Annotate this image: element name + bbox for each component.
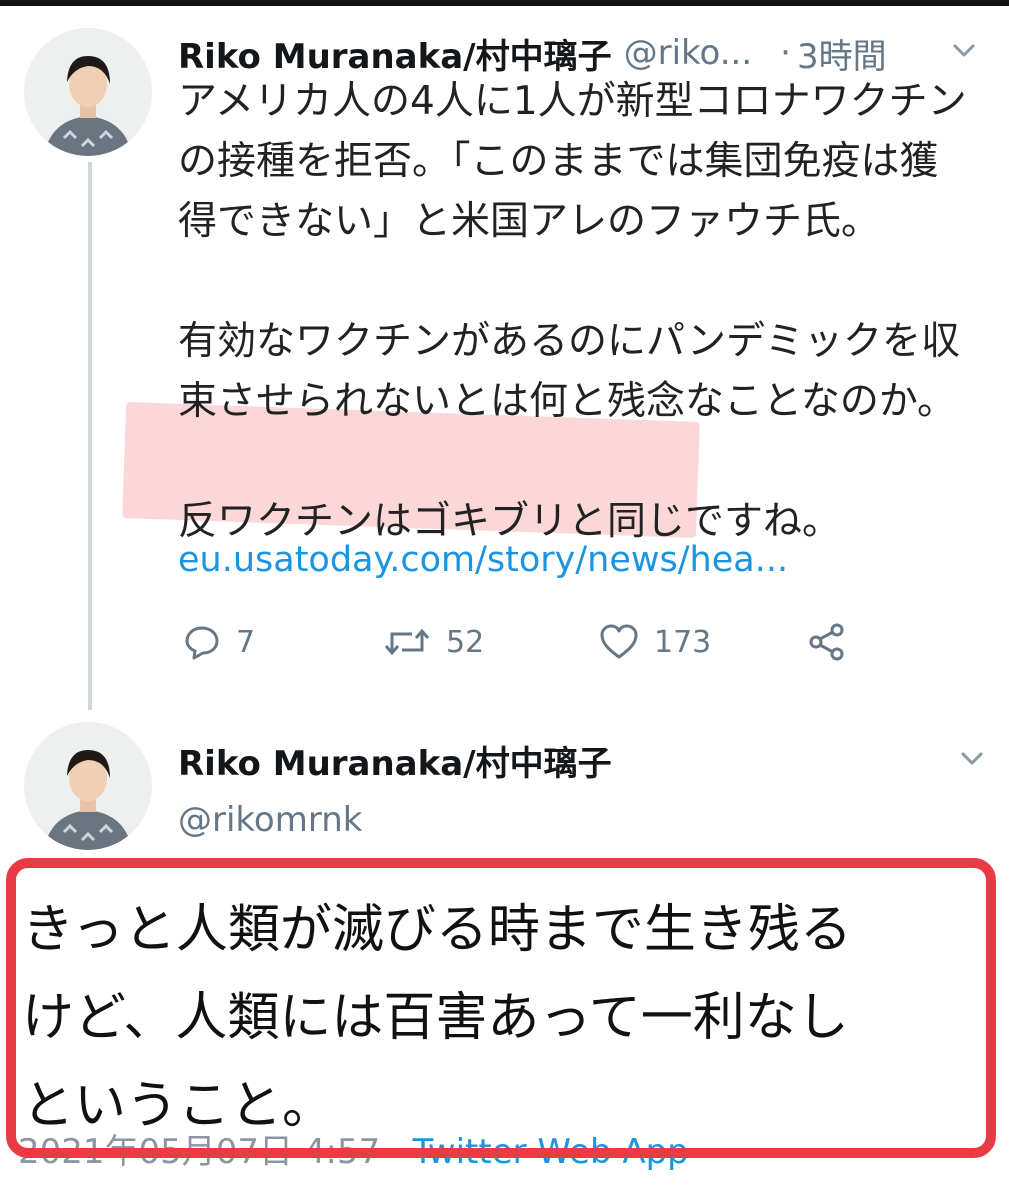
tweet1-header: Riko Muranaka/村中璃子 @riko... · 3時間 (178, 28, 887, 78)
action-bar: 7 52 173 (182, 614, 882, 670)
retweet-count: 52 (446, 624, 485, 660)
display-name[interactable]: Riko Muranaka/村中璃子 (178, 29, 612, 78)
text-line: 得できない」と米国アレのファウチ氏。 (178, 199, 881, 244)
avatar[interactable] (24, 722, 152, 850)
text-line: 有効なワクチンがあるのにパンデミックを収 (178, 319, 960, 364)
handle[interactable]: @rikomrnk (178, 800, 362, 840)
reply-count: 7 (236, 624, 256, 660)
retweet-icon (384, 628, 430, 656)
share-button[interactable] (806, 614, 848, 670)
top-edge (0, 0, 1009, 6)
retweet-button[interactable]: 52 (382, 614, 484, 670)
like-button[interactable]: 173 (598, 614, 711, 670)
avatar[interactable] (24, 28, 152, 156)
article-link[interactable]: eu.usatoday.com/story/news/hea... (178, 540, 788, 580)
reply-button[interactable]: 7 (182, 614, 255, 670)
chevron-down-icon[interactable] (950, 36, 978, 64)
reply-icon (185, 626, 219, 660)
like-icon (600, 624, 638, 659)
timestamp[interactable]: 3時間 (797, 29, 887, 78)
display-name[interactable]: Riko Muranaka/村中璃子 (178, 736, 612, 785)
thread-connector (88, 162, 92, 710)
chevron-down-icon[interactable] (958, 744, 986, 772)
annotation-box (6, 858, 996, 1158)
like-count: 173 (654, 624, 712, 660)
tweet1-text: アメリカ人の4人に1人が新型コロナワクチン の接種を拒否。「このままでは集団免疫… (178, 72, 988, 552)
separator: · (780, 33, 791, 73)
text-line: 束させられないとは何と残念なことなのか。 (178, 379, 957, 424)
handle[interactable]: @riko... (624, 33, 753, 73)
text-line: アメリカ人の4人に1人が新型コロナワクチン (178, 79, 967, 124)
text-line: の接種を拒否。「このままでは集団免疫は獲 (178, 139, 939, 184)
share-icon (809, 623, 844, 661)
